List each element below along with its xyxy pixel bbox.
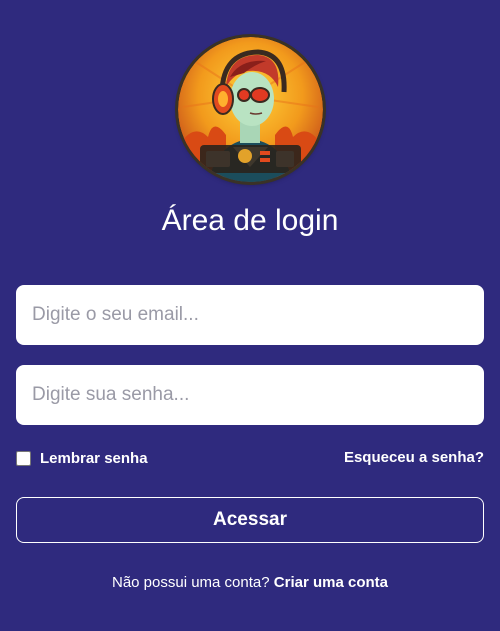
page-title: Área de login bbox=[161, 204, 339, 237]
signup-prompt-text: Não possui uma conta? bbox=[112, 574, 270, 591]
password-field[interactable] bbox=[16, 365, 484, 425]
avatar-logo bbox=[178, 37, 323, 182]
email-field[interactable] bbox=[16, 285, 484, 345]
forgot-password-link[interactable]: Esqueceu a senha? bbox=[344, 448, 484, 468]
login-button[interactable]: Acessar bbox=[16, 497, 484, 543]
avatar-headphones-icon bbox=[178, 37, 323, 182]
signup-prompt: Não possui uma conta? Criar uma conta bbox=[0, 573, 500, 593]
create-account-link[interactable]: Criar uma conta bbox=[274, 574, 388, 591]
remember-password-label: Lembrar senha bbox=[40, 449, 148, 467]
remember-password-option[interactable]: Lembrar senha bbox=[16, 448, 148, 468]
remember-password-checkbox[interactable] bbox=[16, 450, 31, 466]
